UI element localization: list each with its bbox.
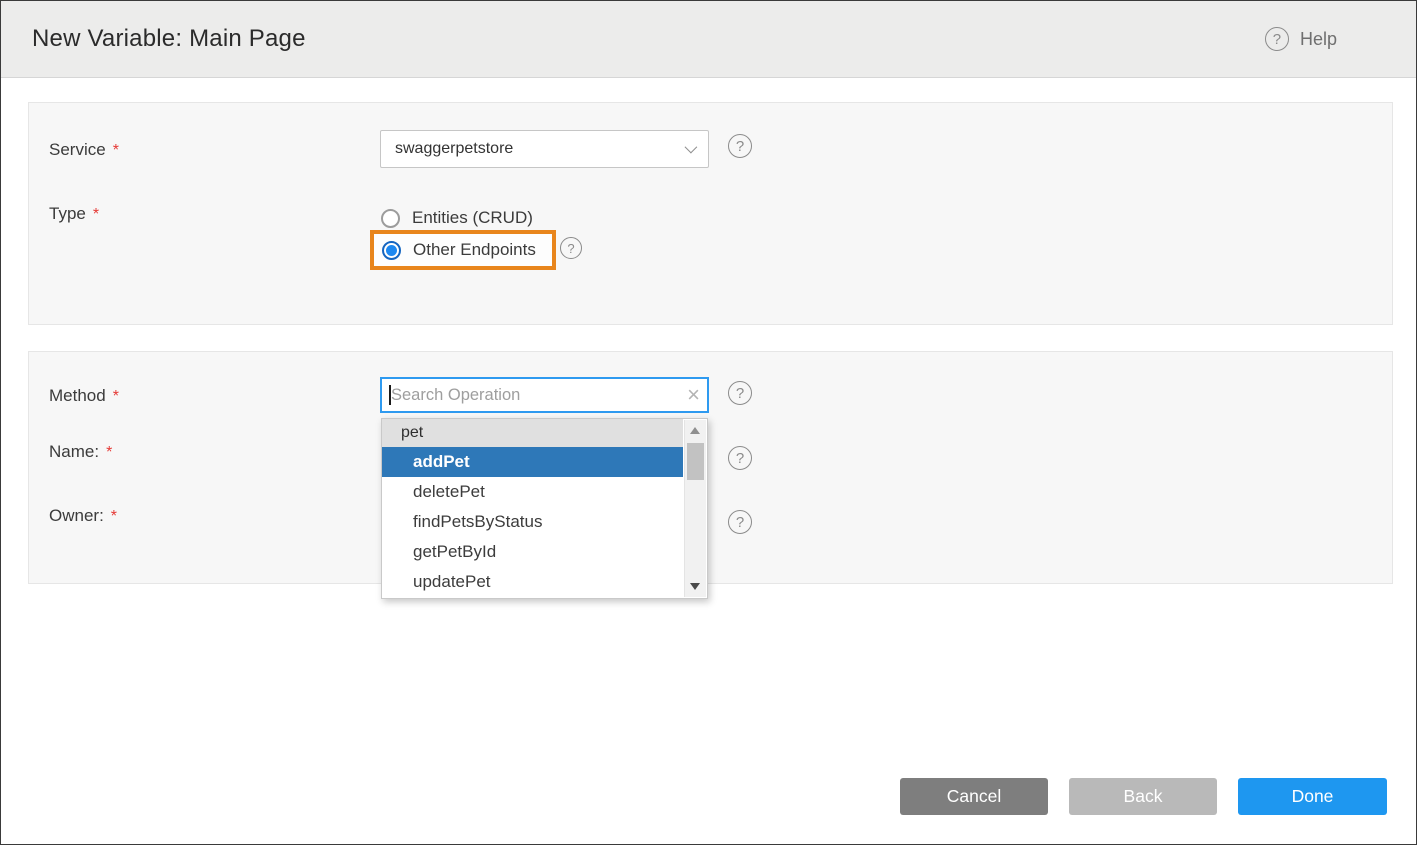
operation-dropdown-list: pet addPet deletePet findPetsByStatus ge…	[381, 418, 708, 599]
list-item-addpet[interactable]: addPet	[382, 447, 683, 477]
page-title: New Variable: Main Page	[32, 25, 306, 53]
service-help-icon[interactable]: ?	[728, 134, 752, 158]
owner-help-icon[interactable]: ?	[728, 510, 752, 534]
chevron-down-icon	[685, 141, 698, 154]
back-button[interactable]: Back	[1069, 778, 1217, 815]
new-variable-dialog: New Variable: Main Page ? Help Service* …	[0, 0, 1417, 845]
scroll-down-icon[interactable]	[685, 577, 706, 597]
dialog-header: New Variable: Main Page ? Help	[1, 1, 1416, 78]
required-asterisk: *	[106, 444, 112, 461]
required-asterisk: *	[93, 206, 99, 223]
list-item-getpetbyid[interactable]: getPetById	[382, 537, 683, 567]
method-search-box: ×	[380, 377, 709, 413]
clear-search-icon[interactable]: ×	[687, 381, 700, 409]
required-asterisk: *	[111, 508, 117, 525]
type-label: Type*	[49, 204, 99, 224]
radio-other-endpoints-label: Other Endpoints	[413, 240, 536, 260]
scrollbar-thumb[interactable]	[687, 443, 704, 480]
radio-other-endpoints[interactable]: Other Endpoints	[374, 240, 536, 260]
search-operation-input[interactable]	[382, 379, 707, 411]
scroll-up-icon[interactable]	[685, 420, 706, 440]
method-label: Method*	[49, 386, 119, 406]
type-help-icon[interactable]: ?	[560, 237, 582, 259]
list-item-deletepet[interactable]: deletePet	[382, 477, 683, 507]
list-item-updatepet[interactable]: updatePet	[382, 567, 683, 597]
service-select-value: swaggerpetstore	[395, 140, 513, 158]
done-button[interactable]: Done	[1238, 778, 1387, 815]
text-caret	[389, 385, 391, 405]
list-item-findpetsbystatus[interactable]: findPetsByStatus	[382, 507, 683, 537]
radio-unchecked-icon	[381, 209, 400, 228]
help-label: Help	[1300, 29, 1337, 50]
name-help-icon[interactable]: ?	[728, 446, 752, 470]
method-help-icon[interactable]: ?	[728, 381, 752, 405]
service-select[interactable]: swaggerpetstore	[380, 130, 709, 168]
help-button[interactable]: ? Help	[1265, 1, 1337, 77]
dropdown-group-pet: pet	[382, 419, 683, 447]
service-label: Service*	[49, 140, 119, 160]
help-icon: ?	[1265, 27, 1289, 51]
cancel-button[interactable]: Cancel	[900, 778, 1048, 815]
radio-checked-icon	[382, 241, 401, 260]
required-asterisk: *	[113, 388, 119, 405]
owner-label: Owner:*	[49, 506, 117, 526]
name-label: Name:*	[49, 442, 112, 462]
radio-entities-crud[interactable]: Entities (CRUD)	[381, 208, 533, 228]
method-panel: Method* × ? Name:* ? Owner:* ?	[28, 351, 1393, 584]
other-endpoints-highlight-box: Other Endpoints	[370, 230, 556, 270]
required-asterisk: *	[113, 142, 119, 159]
service-type-panel: Service* swaggerpetstore ? Type* Entitie…	[28, 102, 1393, 325]
dropdown-scrollbar[interactable]	[684, 420, 706, 597]
radio-entities-label: Entities (CRUD)	[412, 208, 533, 228]
